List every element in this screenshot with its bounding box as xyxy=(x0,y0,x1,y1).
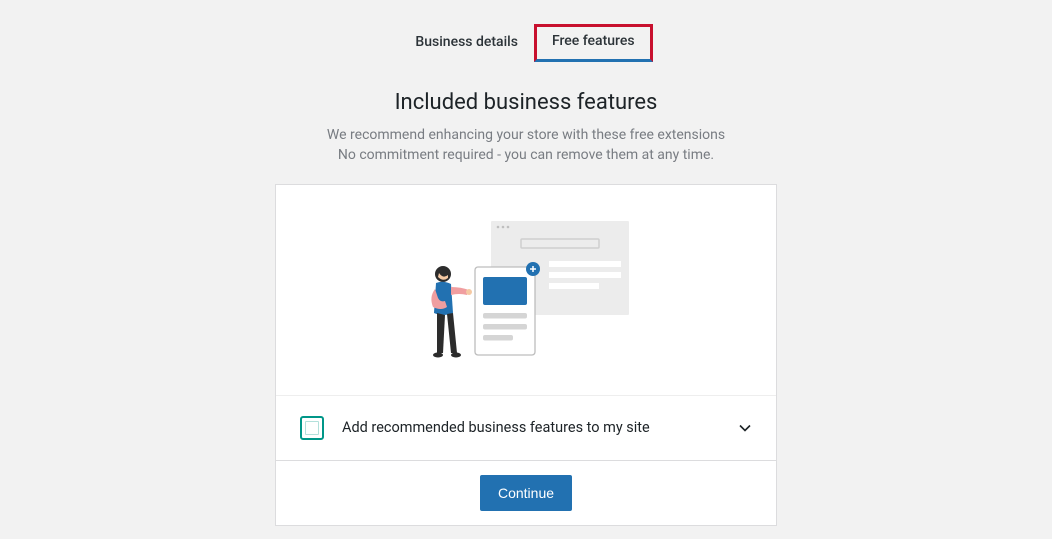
subtext-line: We recommend enhancing your store with t… xyxy=(327,125,725,145)
subtext-line: No commitment required - you can remove … xyxy=(327,145,725,165)
features-card: Add recommended business features to my … xyxy=(275,184,777,526)
option-row: Add recommended business features to my … xyxy=(276,395,776,460)
checkbox-add-features[interactable] xyxy=(300,416,324,440)
continue-button[interactable]: Continue xyxy=(480,475,572,511)
page-container: Business details Free features Included … xyxy=(0,0,1052,526)
illustration xyxy=(276,185,776,395)
tab-label: Free features xyxy=(552,33,635,49)
chevron-down-icon[interactable] xyxy=(738,421,752,435)
page-title: Included business features xyxy=(395,90,658,115)
tab-label: Business details xyxy=(415,34,518,50)
illustration-svg xyxy=(421,215,631,365)
tab-free-features[interactable]: Free features xyxy=(534,24,653,62)
option-label: Add recommended business features to my … xyxy=(342,419,720,436)
tab-business-details[interactable]: Business details xyxy=(399,24,534,62)
tabs: Business details Free features xyxy=(399,24,652,62)
card-footer: Continue xyxy=(276,460,776,525)
page-subtext: We recommend enhancing your store with t… xyxy=(327,125,725,166)
button-label: Continue xyxy=(498,485,554,501)
